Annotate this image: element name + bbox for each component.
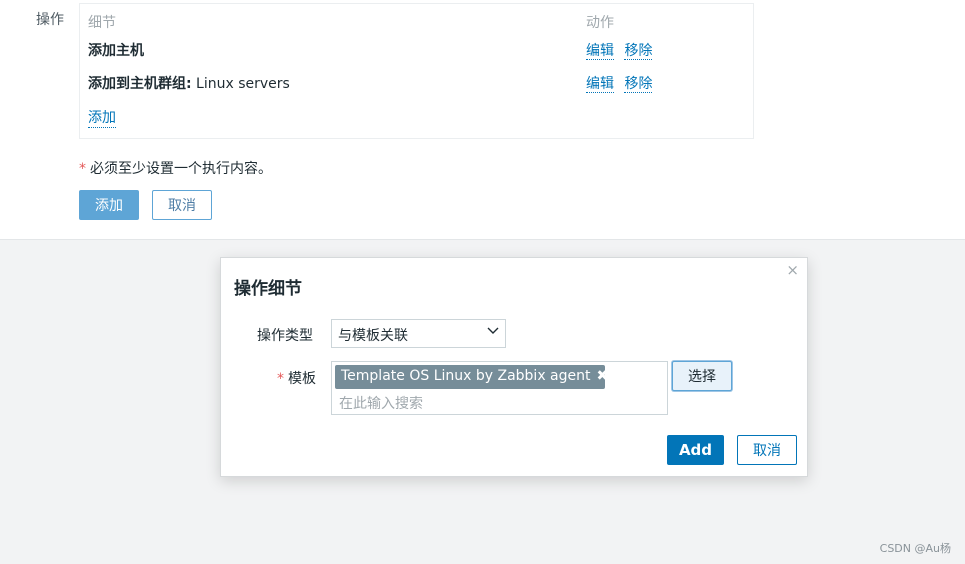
template-tag: Template OS Linux by Zabbix agent ✖ (335, 365, 608, 389)
template-label: * 模板 (277, 368, 316, 388)
required-star: * (79, 161, 86, 177)
remove-link[interactable]: 移除 (624, 43, 653, 60)
close-icon[interactable]: × (786, 261, 799, 279)
operation-details-dialog: × 操作细节 操作类型 与模板关联 * 模板 Template OS Linux … (220, 257, 808, 477)
header-detail: 细节 (88, 15, 116, 31)
row-detail-bold: 添加到主机群组: (88, 76, 192, 92)
row-detail-bold: 添加主机 (88, 43, 144, 59)
operations-table: 细节 动作 添加主机 编辑 移除 添加到主机群组: Linux servers … (79, 3, 754, 139)
template-tag-label: Template OS Linux by Zabbix agent (341, 368, 591, 384)
table-row: 添加主机 (88, 40, 144, 60)
edit-link[interactable]: 编辑 (586, 43, 614, 60)
operation-type-value: 与模板关联 (338, 328, 408, 344)
row-actions: 编辑 移除 (586, 73, 658, 93)
row-actions: 编辑 移除 (586, 40, 658, 60)
chevron-down-icon (487, 327, 499, 334)
dialog-cancel-button[interactable]: 取消 (737, 435, 797, 465)
action-operations-section: 操作 细节 动作 添加主机 编辑 移除 添加到主机群组: Linux serve… (0, 0, 965, 240)
operation-type-label: 操作类型 (257, 328, 313, 344)
operation-type-select[interactable]: 与模板关联 (331, 319, 506, 348)
add-operation-link[interactable]: 添加 (88, 107, 116, 128)
edit-link[interactable]: 编辑 (586, 76, 614, 93)
remove-tag-icon[interactable]: ✖ (597, 368, 609, 384)
remove-link[interactable]: 移除 (624, 76, 653, 93)
required-note-text: 必须至少设置一个执行内容。 (90, 161, 272, 177)
table-row: 添加到主机群组: Linux servers (88, 73, 290, 93)
row-detail-rest: Linux servers (191, 76, 290, 92)
cancel-button[interactable]: 取消 (152, 190, 212, 220)
dialog-title: 操作细节 (234, 279, 302, 299)
required-note: * 必须至少设置一个执行内容。 (79, 158, 272, 178)
add-button[interactable]: 添加 (79, 190, 139, 220)
template-label-text: 模板 (288, 371, 316, 387)
template-search-input[interactable]: 在此输入搜索 (339, 393, 423, 413)
select-template-button[interactable]: 选择 (672, 361, 732, 391)
operations-label: 操作 (36, 12, 64, 28)
watermark: CSDN @Au杨 (879, 542, 951, 555)
header-action: 动作 (586, 15, 614, 31)
required-star: * (277, 371, 284, 387)
dialog-add-button[interactable]: Add (667, 435, 724, 465)
template-multiselect[interactable]: Template OS Linux by Zabbix agent ✖ 在此输入搜… (331, 361, 668, 415)
